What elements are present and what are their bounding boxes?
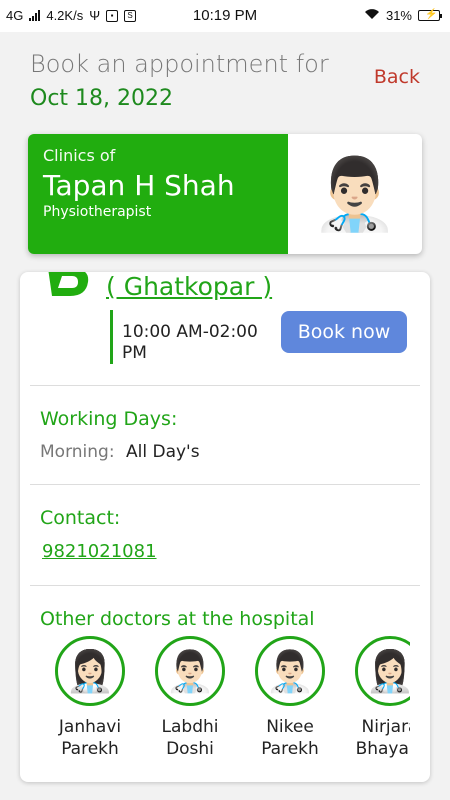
divider: [30, 585, 420, 586]
doctor-name: Tapan H Shah: [43, 169, 235, 202]
other-doctors-title: Other doctors at the hospital: [40, 608, 315, 630]
doctor-info-panel: Clinics of Tapan H Shah Physiotherapist: [28, 134, 288, 254]
other-doctors-list[interactable]: 👩🏻‍⚕️ Janhavi Parekh 👨🏻‍⚕️ Labdhi Doshi …: [20, 636, 410, 766]
doctor-specialty: Physiotherapist: [43, 204, 152, 220]
clinic-logo-icon: [48, 272, 89, 296]
doctor-avatar: 👨🏻‍⚕️: [311, 152, 399, 235]
status-right: 31% ⚡: [364, 8, 442, 23]
doctor-first-name: Labdhi: [161, 717, 219, 737]
doctor-last-name: Parekh: [261, 739, 319, 759]
doctor-first-name: Nirjara: [361, 717, 411, 737]
back-button[interactable]: Back: [374, 66, 420, 88]
phone-link[interactable]: 9821021081: [42, 541, 157, 562]
wifi-icon: [364, 8, 380, 23]
clinic-name-link[interactable]: ( Ghatkopar ): [106, 272, 272, 301]
doctor-last-name: Doshi: [166, 739, 214, 759]
other-doctor-item[interactable]: 👨🏻‍⚕️ Labdhi Doshi: [140, 636, 240, 760]
doctor-last-name: Parekh: [61, 739, 119, 759]
working-days-value: All Day's: [126, 442, 200, 462]
other-doctor-item[interactable]: 👩🏻‍⚕️ Nirjara Bhayani: [340, 636, 410, 760]
book-now-button[interactable]: Book now: [281, 311, 407, 353]
doctor-avatar-icon: 👨🏻‍⚕️: [255, 636, 325, 706]
doctor-first-name: Janhavi: [58, 717, 122, 737]
doctor-avatar-icon: 👩🏻‍⚕️: [55, 636, 125, 706]
doctor-first-name: Nikee: [266, 717, 314, 737]
other-doctor-item[interactable]: 👩🏻‍⚕️ Janhavi Parekh: [40, 636, 140, 760]
contact-title: Contact:: [40, 507, 121, 529]
timing-accent-bar: [110, 310, 113, 364]
clinics-of-label: Clinics of: [43, 146, 116, 165]
battery-icon: ⚡: [418, 9, 442, 21]
status-bar: 4G 4.2K/s Ψ ▪ S 10:19 PM 31% ⚡: [0, 0, 450, 32]
page-title: Book an appointment for: [30, 50, 329, 78]
battery-percent: 31%: [385, 8, 412, 23]
doctor-avatar-icon: 👨🏻‍⚕️: [155, 636, 225, 706]
divider: [30, 385, 420, 386]
clinic-details-card: ( Ghatkopar ) 10:00 AM-02:00 PM Book now…: [20, 272, 430, 782]
doctor-avatar-icon: 👩🏻‍⚕️: [355, 636, 410, 706]
divider: [30, 484, 420, 485]
doctor-last-name: Bhayani: [355, 739, 410, 759]
working-days-label: Morning:: [40, 442, 115, 462]
clinic-timing: 10:00 AM-02:00 PM: [122, 322, 258, 363]
working-days-title: Working Days:: [40, 408, 178, 430]
appointment-date: Oct 18, 2022: [30, 86, 173, 111]
other-doctor-item[interactable]: 👨🏻‍⚕️ Nikee Parekh: [240, 636, 340, 760]
doctor-card: Clinics of Tapan H Shah Physiotherapist …: [28, 134, 422, 254]
